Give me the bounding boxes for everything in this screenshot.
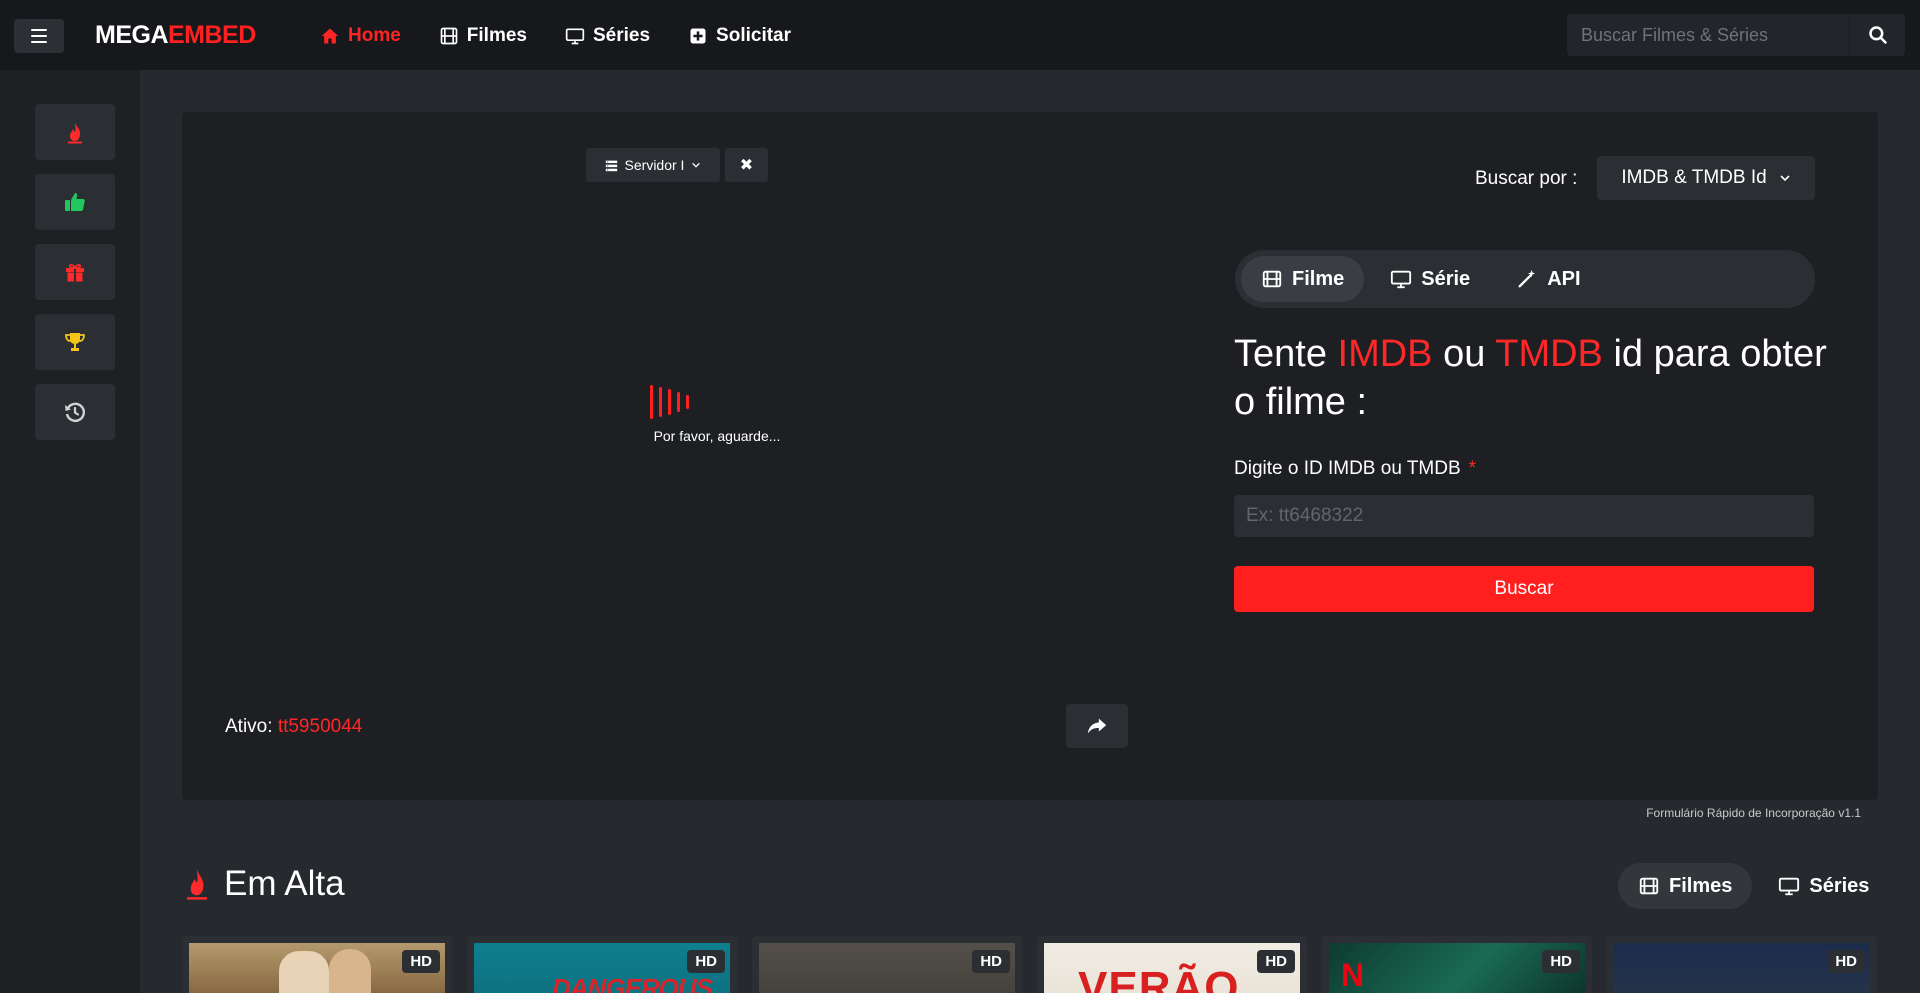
sidebar-item-popular[interactable] xyxy=(35,174,115,230)
trending-tabs: Filmes Séries xyxy=(1618,863,1889,909)
thumbs-up-icon xyxy=(65,193,85,211)
loading-text: Por favor, aguarde... xyxy=(653,428,781,444)
hd-badge: HD xyxy=(687,950,725,973)
search-input[interactable] xyxy=(1567,14,1849,56)
sidebar-item-trending[interactable] xyxy=(35,104,115,160)
search-icon xyxy=(1868,26,1887,44)
sidebar-item-history[interactable] xyxy=(35,384,115,440)
server-icon xyxy=(605,160,617,171)
fire-icon xyxy=(68,122,82,144)
site-logo[interactable]: MEGAEMBED xyxy=(95,20,256,50)
gift-icon xyxy=(66,263,84,282)
movie-card[interactable]: HD xyxy=(752,936,1022,993)
type-tabs: Filme Série API xyxy=(1235,250,1815,308)
sidebar xyxy=(0,70,140,993)
hd-badge: HD xyxy=(1257,950,1295,973)
hd-badge: HD xyxy=(972,950,1010,973)
nav-series[interactable]: Séries xyxy=(565,22,650,50)
tv-icon xyxy=(1779,877,1800,896)
chevron-down-icon xyxy=(692,162,701,168)
fire-icon xyxy=(187,869,207,900)
hd-badge: HD xyxy=(1827,950,1865,973)
search-by-label: Buscar por : xyxy=(1475,168,1578,189)
chevron-down-icon xyxy=(1780,175,1790,182)
tab-api[interactable]: API xyxy=(1496,256,1600,302)
search-by-select[interactable]: IMDB & TMDB Id xyxy=(1597,156,1815,200)
tv-icon xyxy=(1391,270,1412,289)
nav-request[interactable]: Solicitar xyxy=(688,22,791,50)
history-icon xyxy=(65,402,85,422)
movie-card[interactable]: DANGEROUS HD xyxy=(467,936,737,993)
movie-card[interactable]: VERÃO HD xyxy=(1037,936,1307,993)
server-select[interactable]: Servidor I xyxy=(586,148,720,182)
nav-movies[interactable]: Filmes xyxy=(439,22,527,50)
share-button[interactable] xyxy=(1066,704,1128,748)
active-id: Ativo: tt5950044 xyxy=(225,716,363,737)
search-button[interactable] xyxy=(1849,14,1905,56)
id-field-label: Digite o ID IMDB ou TMDB * xyxy=(1234,458,1477,479)
tv-icon xyxy=(565,28,585,45)
plus-square-icon xyxy=(690,28,706,44)
trending-tab-filmes[interactable]: Filmes xyxy=(1618,863,1753,909)
form-headline: Tente IMDB ou TMDB id para obter o filme… xyxy=(1234,333,1827,423)
form-version-note: Formulário Rápido de Incorporação v1.1 xyxy=(1646,806,1861,820)
film-icon xyxy=(1639,877,1659,895)
hamburger-menu-button[interactable] xyxy=(14,19,64,53)
hamburger-icon xyxy=(31,29,47,31)
share-arrow-icon xyxy=(1087,718,1107,734)
required-mark: * xyxy=(1468,458,1477,479)
home-icon xyxy=(321,28,339,44)
close-icon: ✖ xyxy=(739,157,754,174)
movie-card[interactable]: N HD xyxy=(1322,936,1592,993)
search-bar xyxy=(1567,14,1905,56)
trending-title: Em Alta xyxy=(182,864,345,904)
submit-button[interactable]: Buscar xyxy=(1234,566,1814,612)
hd-badge: HD xyxy=(1542,950,1580,973)
tab-serie[interactable]: Série xyxy=(1370,256,1490,302)
movie-card[interactable]: HD xyxy=(182,936,452,993)
top-navbar: MEGAEMBED Home Filmes Séries Solicitar xyxy=(0,0,1920,70)
nav-home[interactable]: Home xyxy=(320,22,401,50)
loading-spinner-icon xyxy=(650,384,689,420)
trophy-icon xyxy=(65,333,85,351)
main-nav: Home Filmes Séries Solicitar xyxy=(320,22,791,50)
close-button[interactable]: ✖ xyxy=(725,148,768,182)
hd-badge: HD xyxy=(402,950,440,973)
film-icon xyxy=(1262,270,1282,288)
trending-cards: HD DANGEROUS HD HD VERÃO HD N HD HD xyxy=(182,936,1877,993)
tab-filme[interactable]: Filme xyxy=(1241,256,1365,302)
film-icon xyxy=(440,27,458,45)
id-input[interactable] xyxy=(1234,495,1814,537)
sidebar-item-top[interactable] xyxy=(35,314,115,370)
magic-wand-icon xyxy=(1518,269,1536,288)
trending-tab-series[interactable]: Séries xyxy=(1758,863,1889,909)
movie-card[interactable]: HD xyxy=(1607,936,1877,993)
active-id-value: tt5950044 xyxy=(277,716,363,737)
embed-panel: Servidor I ✖ Por favor, aguarde... Ativo… xyxy=(182,112,1878,800)
sidebar-item-gifts[interactable] xyxy=(35,244,115,300)
